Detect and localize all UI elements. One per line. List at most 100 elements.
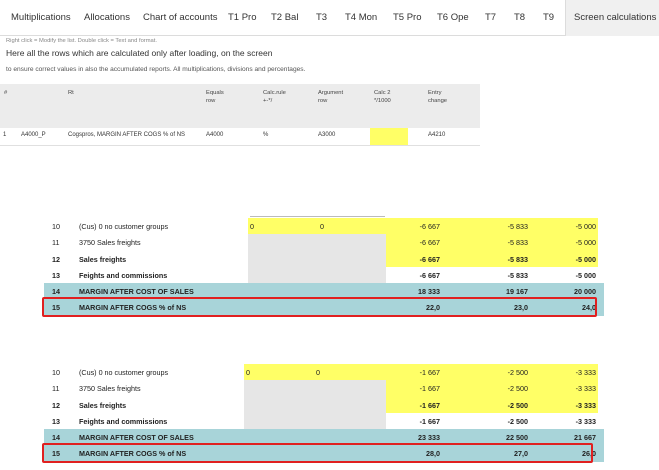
highlight-box (42, 443, 593, 463)
value-cell: -2 500 (507, 416, 528, 426)
value-cell: 23 333 (418, 433, 440, 443)
tab-multiplications[interactable]: Multiplications (11, 0, 71, 35)
value-cell: -5 000 (575, 254, 596, 264)
value-cell: -3 333 (575, 368, 596, 377)
result-table-2: 10 (Cus) 0 no customer groups 0 0 -1 667… (42, 364, 604, 463)
value-cell: 21 667 (574, 433, 596, 443)
value-cell: 22 500 (506, 433, 528, 443)
grey-cell (248, 266, 386, 284)
value-cell: -2 500 (507, 368, 528, 377)
grid-header: # Rt Equals row Calc.rule +-*/ Argument … (0, 84, 480, 128)
value-cell: -6 667 (419, 238, 440, 248)
table-row: 12 Sales freights -6 667 -5 833 -5 000 (44, 250, 604, 267)
input-cell[interactable] (244, 364, 314, 381)
grid-row-code: A4000_P (21, 132, 46, 138)
grid-row-equals: A4000 (206, 132, 224, 138)
col-calcrule: Calc.rule +-*/ (263, 90, 286, 104)
input-cell[interactable] (318, 218, 386, 235)
row-label: 3750 Sales freights (79, 238, 141, 248)
row-number: 12 (52, 254, 60, 264)
row-label: Sales freights (79, 400, 127, 410)
grey-cell (248, 250, 386, 267)
table-row: 10 (Cus) 0 no customer groups 0 0 -6 667… (44, 218, 604, 235)
row-number: 11 (52, 384, 60, 394)
value-cell: -5 000 (575, 222, 596, 231)
col-entry: Entry change (428, 90, 448, 104)
input-value: 0 (246, 368, 250, 377)
tab-t6-ope[interactable]: T6 Ope (437, 0, 469, 35)
result-table-1: 10 (Cus) 0 no customer groups 0 0 -6 667… (42, 216, 604, 317)
row-label: Sales freights (79, 254, 127, 264)
input-value: 0 (250, 222, 254, 231)
value-cell: -5 000 (575, 270, 596, 280)
col-rt: Rt (68, 90, 74, 96)
intro-line-1: Here all the rows which are calculated o… (6, 48, 273, 58)
input-value: 0 (316, 368, 320, 377)
value-cell: -1 667 (419, 416, 440, 426)
row-number: 10 (52, 222, 60, 231)
table-row: 13 Feights and commissions -1 667 -2 500… (44, 412, 604, 430)
calc-grid: # Rt Equals row Calc.rule +-*/ Argument … (0, 84, 480, 146)
row-number: 13 (52, 270, 60, 280)
grid-row-entry: A4210 (428, 132, 446, 138)
value-cell: 20 000 (574, 287, 596, 297)
value-cell: -6 667 (419, 270, 440, 280)
row-number: 13 (52, 416, 60, 426)
tab-allocations[interactable]: Allocations (84, 0, 130, 35)
grid-row-num: 1 (3, 132, 7, 138)
value-cell: -2 500 (507, 384, 528, 394)
row-label: (Cus) 0 no customer groups (79, 368, 169, 377)
value-cell: -5 833 (507, 254, 528, 264)
value-cell: -1 667 (419, 400, 440, 410)
grid-row[interactable]: 1 A4000_P Cogspros, MARGIN AFTER COGS % … (0, 128, 480, 146)
row-number: 10 (52, 368, 60, 377)
highlight-box (42, 297, 597, 317)
tab-t9[interactable]: T9 (543, 0, 554, 35)
col-equals: Equals row (206, 90, 224, 104)
tab-t8[interactable]: T8 (514, 0, 525, 35)
table-row: 13 Feights and commissions -6 667 -5 833… (44, 266, 604, 284)
input-cell[interactable] (248, 218, 318, 235)
row-number: 11 (52, 238, 60, 248)
grid-row-rt: Cogspros, MARGIN AFTER COGS % of NS (68, 132, 186, 138)
calc2-cell[interactable] (370, 128, 408, 145)
grid-row-calcrule: % (263, 132, 269, 138)
grey-cell (244, 412, 386, 430)
tab-t7[interactable]: T7 (485, 0, 496, 35)
tab-t4-mon[interactable]: T4 Mon (345, 0, 377, 35)
col-argument: Argument row (318, 90, 344, 104)
value-cell: 19 167 (506, 287, 528, 297)
row-number: 14 (52, 287, 60, 297)
tab-chart-of-accounts[interactable]: Chart of accounts (143, 0, 217, 35)
col-hash: # (4, 90, 8, 96)
hint-text: Right click = Modify the list. Double cl… (6, 38, 157, 44)
table-row: 11 3750 Sales freights -6 667 -5 833 -5 … (44, 234, 604, 251)
input-value: 0 (320, 222, 324, 231)
value-cell: -3 333 (575, 384, 596, 394)
value-cell: -6 667 (419, 254, 440, 264)
tab-t5-pro[interactable]: T5 Pro (393, 0, 422, 35)
input-cell[interactable] (314, 364, 386, 381)
tab-bar: Multiplications Allocations Chart of acc… (0, 0, 659, 36)
grid-row-argument: A3000 (318, 132, 336, 138)
value-cell: -1 667 (419, 368, 440, 377)
tab-t1-pro[interactable]: T1 Pro (228, 0, 257, 35)
tab-t3[interactable]: T3 (316, 0, 327, 35)
tab-t2-bal[interactable]: T2 Bal (271, 0, 298, 35)
value-cell: -5 833 (507, 222, 528, 231)
row-label: MARGIN AFTER COST OF SALES (79, 433, 194, 443)
value-cell: -5 000 (575, 238, 596, 248)
intro-line-2: to ensure correct values in also the acc… (6, 66, 306, 73)
grey-cell (244, 380, 386, 397)
row-label: MARGIN AFTER COST OF SALES (79, 287, 194, 297)
value-cell: -3 333 (575, 400, 596, 410)
table-row: 10 (Cus) 0 no customer groups 0 0 -1 667… (44, 364, 604, 381)
value-cell: -3 333 (575, 416, 596, 426)
row-label: Feights and commissions (79, 416, 168, 426)
grey-cell (244, 396, 386, 413)
table-row: 11 3750 Sales freights -1 667 -2 500 -3 … (44, 380, 604, 397)
value-cell: -1 667 (419, 384, 440, 394)
value-cell: -5 833 (507, 270, 528, 280)
col-calc2: Calc 2 */1000 (374, 90, 391, 104)
tab-screen-calculations[interactable]: Screen calculations (565, 0, 659, 36)
